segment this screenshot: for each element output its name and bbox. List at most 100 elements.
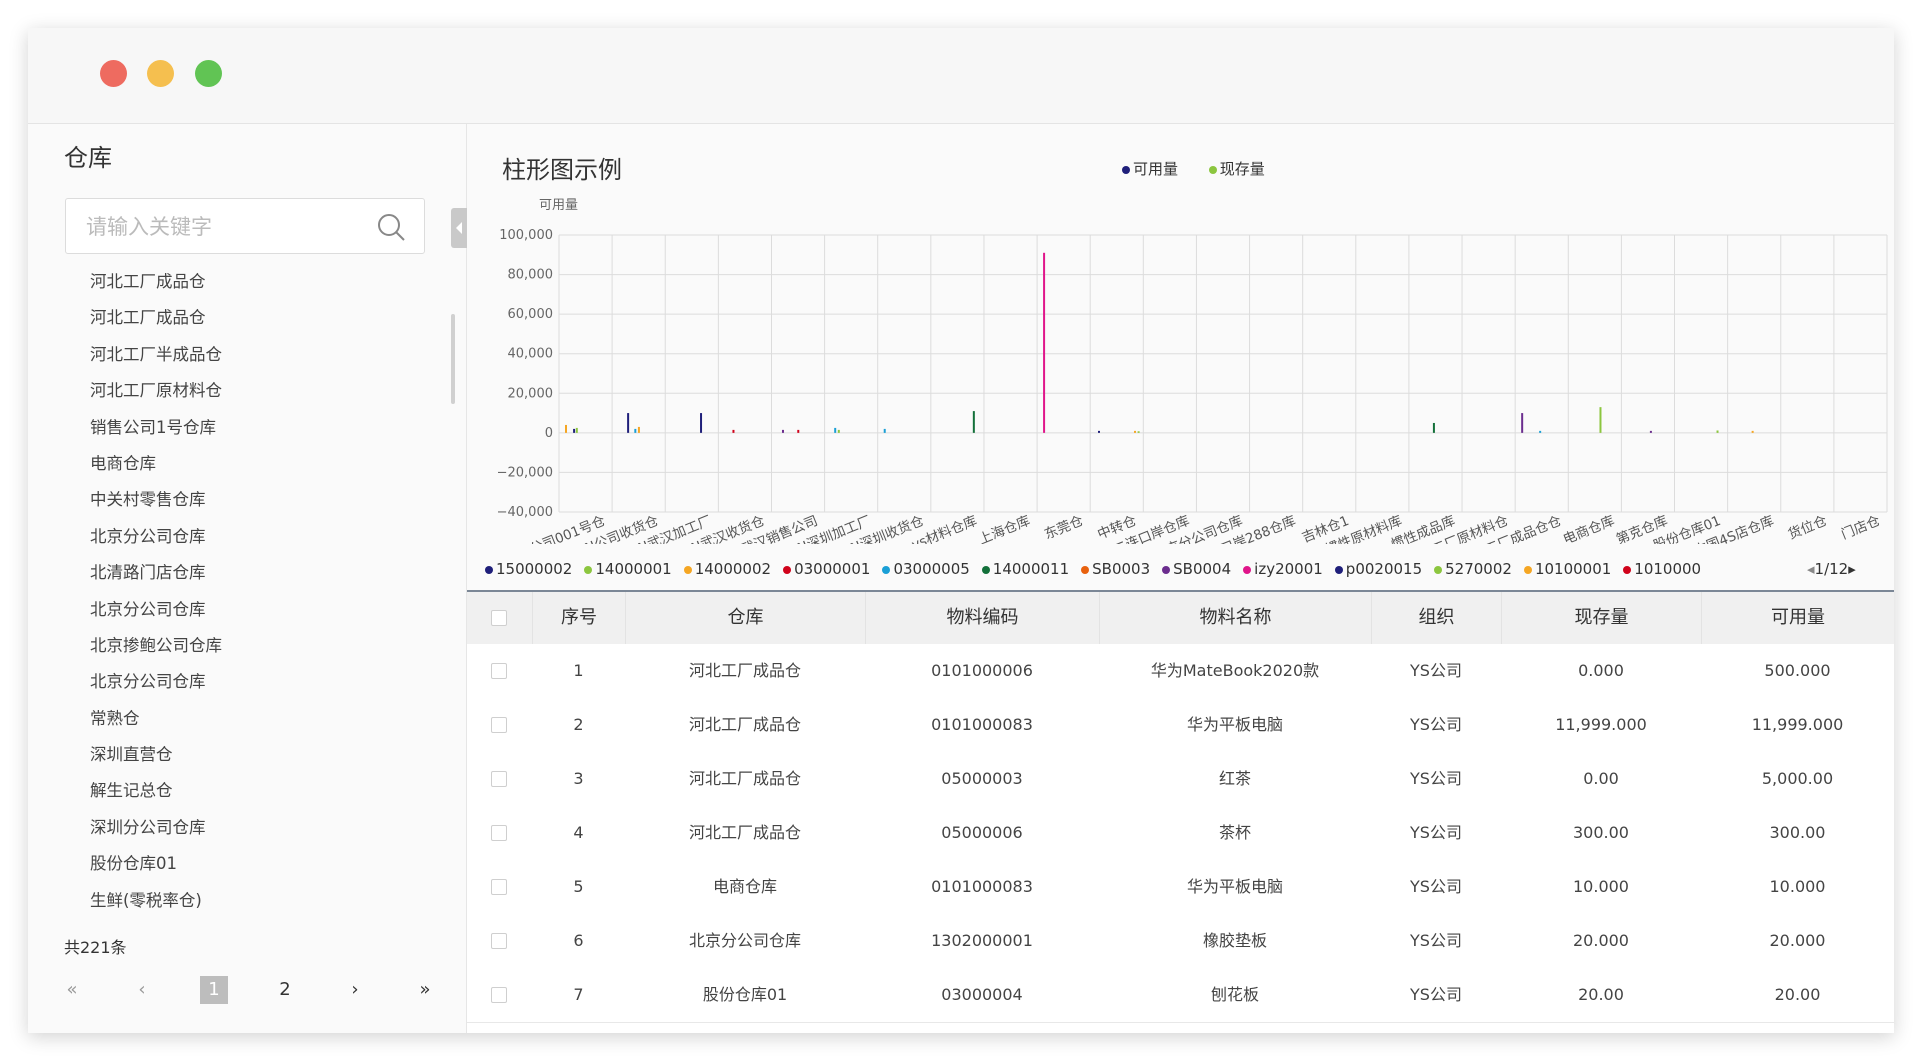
warehouse-list-item[interactable]: 生鲜(零税率仓) bbox=[90, 883, 222, 919]
warehouse-list-item[interactable]: 解生记总仓 bbox=[90, 773, 222, 809]
chart-bar bbox=[1043, 252, 1046, 433]
chart-bar bbox=[1521, 413, 1524, 433]
minimize-window-button[interactable] bbox=[147, 60, 174, 87]
series-legend-item[interactable]: 03000005 bbox=[882, 560, 970, 578]
warehouse-list-item[interactable]: 常熟仓 bbox=[90, 701, 222, 737]
last-page-button[interactable]: » bbox=[411, 976, 439, 1004]
table-row[interactable]: 4 河北工厂成品仓 05000006 茶杯 YS公司 300.00 300.00 bbox=[467, 806, 1894, 861]
sidebar-scrollbar[interactable] bbox=[451, 314, 455, 404]
warehouse-list-item[interactable]: 北京分公司仓库 bbox=[90, 519, 222, 555]
chart-bar bbox=[732, 429, 735, 433]
warehouse-list-item[interactable]: 股份仓库01 bbox=[90, 846, 222, 882]
warehouse-list-item[interactable]: 北京掺鲍公司仓库 bbox=[90, 628, 222, 664]
legend-dot bbox=[584, 565, 593, 574]
series-legend-item[interactable]: 14000002 bbox=[683, 560, 771, 578]
search-icon[interactable] bbox=[376, 212, 406, 242]
chart-bar bbox=[637, 426, 640, 433]
row-on-hand: 10.000 bbox=[1573, 877, 1629, 896]
warehouse-list-item[interactable]: 北清路门店仓库 bbox=[90, 555, 222, 591]
row-checkbox[interactable] bbox=[491, 663, 507, 679]
warehouse-list-item[interactable]: 中关村零售仓库 bbox=[90, 482, 222, 518]
warehouse-list-item[interactable]: 河北工厂成品仓 bbox=[90, 300, 222, 336]
row-material-name: 华为平板电脑 bbox=[1186, 715, 1283, 734]
warehouse-list-item[interactable]: 河北工厂半成品仓 bbox=[90, 337, 222, 373]
series-legend-item[interactable]: 15000002 bbox=[485, 560, 572, 578]
row-checkbox[interactable] bbox=[491, 825, 507, 841]
table-row[interactable]: 3 河北工厂成品仓 05000003 红茶 YS公司 0.00 5,000.00 bbox=[467, 752, 1894, 807]
series-legend-item[interactable]: 14000011 bbox=[981, 560, 1070, 578]
table-row[interactable]: 7 股份仓库01 03000004 刨花板 YS公司 20.00 20.00 bbox=[467, 968, 1894, 1023]
row-checkbox[interactable] bbox=[491, 879, 507, 895]
warehouse-list-item[interactable]: 北京分公司仓库 bbox=[90, 592, 222, 628]
x-tick-label: 东莞仓 bbox=[1042, 513, 1086, 543]
legend-dot bbox=[1434, 565, 1443, 574]
row-org: YS公司 bbox=[1410, 769, 1462, 788]
chart-bar bbox=[634, 428, 637, 433]
row-checkbox[interactable] bbox=[491, 987, 507, 1003]
row-checkbox[interactable] bbox=[491, 717, 507, 733]
series-legend: 15000002 14000001 14000002 03000001 03000005… bbox=[485, 560, 1713, 578]
series-legend-item[interactable]: p0020015 bbox=[1334, 560, 1422, 578]
series-legend-item[interactable]: 5270002 bbox=[1434, 560, 1512, 578]
row-checkbox[interactable] bbox=[491, 933, 507, 949]
legend-dot bbox=[783, 565, 792, 574]
sidebar-pager: « ‹ 1 2 › » bbox=[28, 970, 466, 1010]
page-1-button[interactable]: 1 bbox=[200, 976, 228, 1004]
warehouse-list-item[interactable]: 深圳直营仓 bbox=[90, 737, 222, 773]
select-all-checkbox[interactable] bbox=[491, 610, 507, 626]
warehouse-list-item[interactable]: 销售公司1号仓库 bbox=[90, 410, 222, 446]
row-org: YS公司 bbox=[1410, 823, 1462, 842]
warehouse-list-item[interactable]: 河北工厂原材料仓 bbox=[90, 373, 222, 409]
warehouse-list-item[interactable]: 北京分公司仓库 bbox=[90, 664, 222, 700]
legend-prev-icon[interactable]: ◂ bbox=[1807, 560, 1815, 578]
y-tick-label: −20,000 bbox=[497, 465, 553, 480]
page-2-button[interactable]: 2 bbox=[271, 976, 299, 1004]
series-legend-item[interactable]: SB0003 bbox=[1081, 560, 1150, 578]
x-tick-label: 货位仓 bbox=[1785, 512, 1829, 543]
row-org: YS公司 bbox=[1410, 661, 1462, 680]
chart-bar bbox=[1134, 430, 1136, 433]
row-material-name: 橡胶垫板 bbox=[1202, 931, 1267, 950]
first-page-button[interactable]: « bbox=[58, 976, 86, 1004]
row-available: 5,000.00 bbox=[1761, 769, 1834, 788]
close-window-button[interactable] bbox=[100, 60, 127, 87]
series-legend-label: SB0003 bbox=[1092, 560, 1151, 578]
y-tick-label: 20,000 bbox=[508, 386, 554, 401]
chart-bar bbox=[797, 429, 800, 433]
series-legend-item[interactable]: 10100001 bbox=[1523, 560, 1611, 578]
row-index: 5 bbox=[573, 877, 584, 896]
table-row[interactable]: 2 河北工厂成品仓 0101000083 华为平板电脑 YS公司 11,999.000 11… bbox=[467, 698, 1894, 753]
chart-bar bbox=[781, 429, 784, 433]
table-header: 序号 仓库 物料编码 物料名称 组织 现存量 可用量 bbox=[467, 592, 1894, 645]
next-page-button[interactable]: › bbox=[341, 976, 369, 1004]
series-legend-label: 14000011 bbox=[992, 560, 1070, 578]
table-row[interactable]: 5 电商仓库 0101000083 华为平板电脑 YS公司 10.000 10.000 bbox=[467, 860, 1894, 915]
series-legend-item[interactable]: 03000001 bbox=[783, 560, 870, 578]
header-select-all bbox=[467, 592, 532, 644]
chart-bar bbox=[1539, 430, 1542, 433]
warehouse-list-item[interactable]: 深圳分公司仓库 bbox=[90, 810, 222, 846]
table-row[interactable]: 6 北京分公司仓库 1302000001 橡胶垫板 YS公司 20.000 20.000 bbox=[467, 914, 1894, 969]
row-checkbox[interactable] bbox=[491, 771, 507, 787]
header-available: 可用量 bbox=[1701, 592, 1894, 644]
row-material-code: 0101000083 bbox=[931, 715, 1033, 734]
legend-next-icon[interactable]: ▸ bbox=[1848, 560, 1856, 578]
collapse-sidebar-button[interactable] bbox=[451, 208, 467, 248]
header-warehouse: 仓库 bbox=[625, 592, 865, 644]
series-legend-item[interactable]: izy20001 bbox=[1243, 560, 1323, 578]
prev-page-button[interactable]: ‹ bbox=[128, 976, 156, 1004]
series-legend-item[interactable]: 1010000 bbox=[1623, 560, 1701, 578]
search-input[interactable] bbox=[84, 209, 368, 245]
series-legend-label: 03000001 bbox=[794, 560, 871, 578]
chart-bar bbox=[1432, 422, 1435, 433]
legend-pager[interactable]: ◂1/12▸ bbox=[1807, 560, 1856, 578]
warehouse-list-item[interactable]: 电商仓库 bbox=[90, 446, 222, 482]
bar-chart: 100,000 80,000 60,000 40,000 20,000 0 −20,000 −… bbox=[487, 228, 1888, 544]
table-row[interactable]: 1 河北工厂成品仓 0101000006 华为MateBook2020款 YS公司 0.0… bbox=[467, 644, 1894, 699]
warehouse-list: 河北工厂成品仓 河北工厂成品仓 河北工厂半成品仓 河北工厂原材料仓 销售公司1号仓库 电商… bbox=[90, 264, 222, 919]
warehouse-list-item[interactable]: 河北工厂成品仓 bbox=[90, 264, 222, 300]
maximize-window-button[interactable] bbox=[195, 60, 222, 87]
series-legend-item[interactable]: 14000001 bbox=[584, 560, 672, 578]
series-legend-item[interactable]: SB0004 bbox=[1162, 560, 1231, 578]
app-window: 仓库 河北工厂成品仓河北工厂成品仓河北工厂半成品仓河北工厂原材料仓销售公司1号仓… bbox=[28, 28, 1894, 1033]
